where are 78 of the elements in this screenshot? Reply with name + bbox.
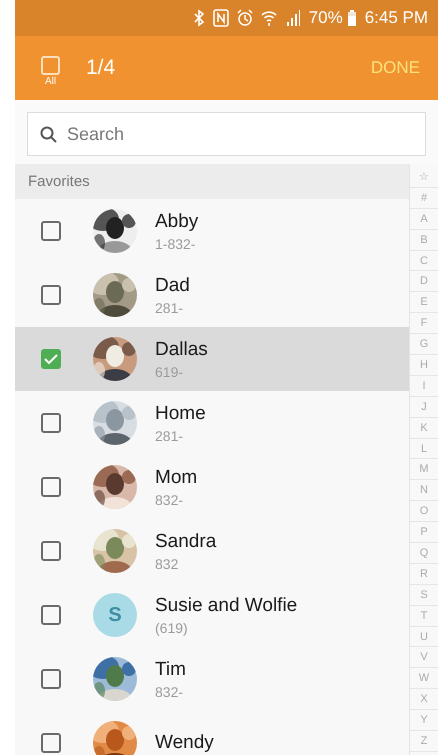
contact-name: Mom (155, 466, 198, 488)
contact-row[interactable]: Sandra 832 (15, 519, 409, 583)
contact-row[interactable]: Dad 281- (15, 263, 409, 327)
phone-number: 832 (155, 556, 180, 572)
phone-number: 281- (155, 300, 184, 316)
index-letter[interactable]: R (410, 564, 438, 585)
phone-number: 619- (155, 364, 184, 380)
bluetooth-icon (192, 9, 205, 27)
avatar: S (93, 593, 137, 637)
alarm-icon (236, 9, 253, 27)
clock-time: 6:45 PM (364, 8, 428, 28)
index-letter[interactable]: V (410, 647, 438, 668)
contact-row[interactable]: Tim 832- (15, 647, 409, 711)
index-letter[interactable]: T (410, 606, 438, 627)
phone-number: 832- (155, 492, 184, 508)
contact-name: Sandra (155, 530, 216, 552)
index-letter[interactable]: M (410, 459, 438, 480)
phone-number: 281- (155, 428, 184, 444)
checkbox[interactable] (41, 605, 61, 625)
index-letter[interactable]: K (410, 418, 438, 439)
checkbox[interactable] (41, 669, 61, 689)
index-letter[interactable]: ☆ (410, 167, 438, 188)
signal-icon (284, 9, 301, 27)
checkbox[interactable] (41, 733, 61, 753)
battery-level: 70% (308, 8, 343, 28)
contact-row[interactable]: Wendy (15, 711, 409, 755)
index-letter[interactable]: N (410, 480, 438, 502)
index-letter[interactable]: F (410, 313, 438, 334)
search-icon (40, 126, 57, 142)
wifi-icon (260, 9, 277, 27)
contact-row[interactable]: Mom 832- (15, 455, 409, 519)
contact-name: Home (155, 402, 206, 424)
phone-number: (619) (155, 620, 189, 636)
checkbox[interactable] (41, 285, 61, 305)
battery-icon (346, 9, 357, 27)
select-all-checkbox[interactable]: All (41, 56, 60, 86)
done-button[interactable]: DONE (366, 54, 424, 82)
index-letter[interactable]: C (410, 250, 438, 272)
index-letter[interactable]: A (410, 208, 438, 230)
index-letter[interactable]: E (410, 292, 438, 314)
phone-number: 1-832- (155, 236, 196, 252)
index-letter[interactable]: H (410, 355, 438, 376)
contact-row[interactable]: Home 281- (15, 391, 409, 455)
index-letter[interactable]: W (410, 668, 438, 690)
contact-name: Wendy (155, 732, 214, 754)
index-letter[interactable]: P (410, 522, 438, 544)
index-letter[interactable]: D (410, 271, 438, 292)
index-letter[interactable]: B (410, 230, 438, 251)
contact-name: Tim (155, 658, 186, 680)
contact-name: Dallas (155, 338, 208, 360)
contact-row[interactable]: S Susie and Wolfie (619) (15, 583, 409, 647)
contact-row[interactable]: Dallas 619- (15, 327, 409, 391)
index-letter[interactable]: X (410, 689, 438, 710)
index-letter[interactable]: # (410, 188, 438, 209)
index-letter[interactable]: I (410, 376, 438, 397)
index-letter[interactable]: G (410, 334, 438, 356)
nfc-icon (212, 9, 229, 27)
index-letter[interactable]: Q (410, 543, 438, 564)
checkbox[interactable] (41, 349, 61, 369)
index-letter[interactable]: O (410, 501, 438, 522)
section-header: Favorites (15, 164, 409, 199)
contact-name: Abby (155, 210, 198, 232)
contact-row[interactable]: Abby 1-832- (15, 199, 409, 263)
index-letter[interactable]: S (410, 584, 438, 606)
selection-count: 1/4 (86, 56, 116, 80)
checkbox[interactable] (41, 413, 61, 433)
index-letter[interactable]: U (410, 626, 438, 648)
index-letter[interactable]: L (410, 438, 438, 460)
contact-name: Dad (155, 274, 190, 296)
index-letter[interactable]: Y (410, 710, 438, 732)
checkbox[interactable] (41, 221, 61, 241)
checkbox[interactable] (41, 477, 61, 497)
index-letter[interactable]: J (410, 396, 438, 418)
phone-number: 832- (155, 684, 184, 700)
search-field[interactable]: Search (27, 112, 426, 156)
contact-name: Susie and Wolfie (155, 594, 298, 616)
checkbox[interactable] (41, 541, 61, 561)
index-letter[interactable]: Z (410, 731, 438, 752)
